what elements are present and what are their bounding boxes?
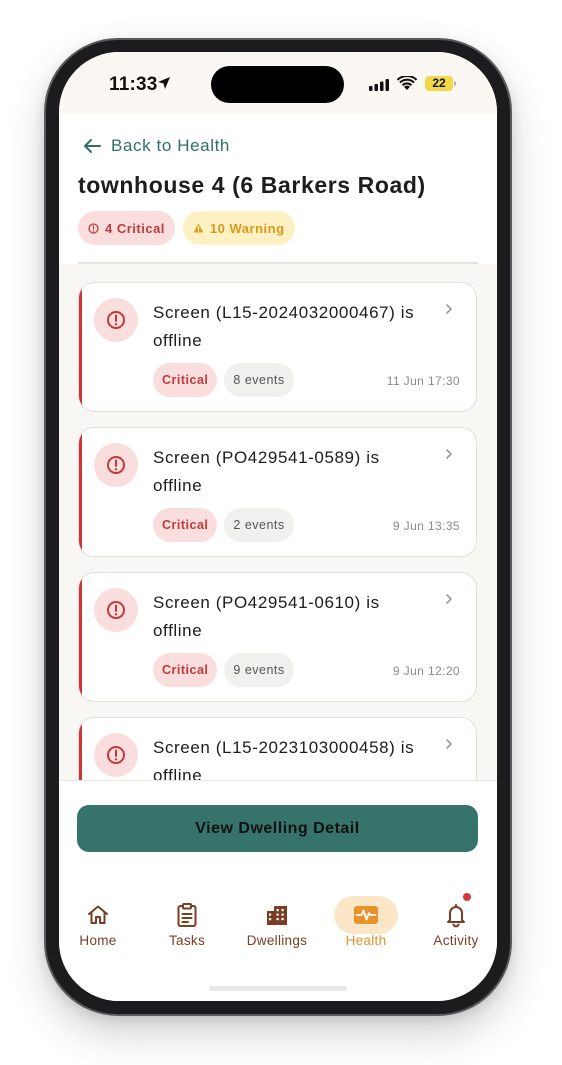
back-to-health-link[interactable]: Back to Health bbox=[83, 136, 230, 156]
alert-meta: Critical 2 events bbox=[153, 508, 294, 542]
alert-list[interactable]: Screen (L15-2024032000467) is offline Cr… bbox=[59, 264, 497, 780]
alert-title: Screen (PO429541-0589) is offline bbox=[153, 448, 380, 495]
cellular-signal-icon bbox=[369, 79, 389, 91]
location-arrow-icon bbox=[158, 77, 170, 89]
chevron-right-icon bbox=[446, 304, 452, 314]
status-bar: 11:33 22 bbox=[59, 52, 497, 114]
critical-count-chip[interactable]: 4 Critical bbox=[78, 211, 175, 245]
back-link-label: Back to Health bbox=[111, 136, 230, 155]
alert-card[interactable]: Screen (PO429541-0589) is offline Critic… bbox=[78, 427, 477, 557]
tab-icon-wrap bbox=[245, 896, 309, 934]
alert-timestamp: 9 Jun 12:20 bbox=[392, 664, 460, 678]
alert-icon-badge bbox=[94, 588, 138, 632]
alert-title: Screen (PO429541-0610) is offline bbox=[153, 593, 380, 640]
tab-activity[interactable]: Activity bbox=[412, 888, 497, 958]
tab-label: Activity bbox=[433, 933, 479, 948]
alert-icon-badge bbox=[94, 733, 138, 777]
event-count-badge: 2 events bbox=[224, 508, 294, 542]
view-dwelling-detail-button[interactable]: View Dwelling Detail bbox=[77, 805, 478, 852]
phone-screen: 11:33 22 Back to Health townhouse 4 (6 B… bbox=[59, 52, 497, 1001]
bell-icon bbox=[447, 904, 465, 928]
severity-badge: Critical bbox=[153, 363, 218, 397]
event-count-badge: 8 events bbox=[224, 363, 294, 397]
event-count-badge: 9 events bbox=[224, 653, 294, 687]
arrow-left-icon bbox=[84, 139, 101, 153]
severity-accent-bar bbox=[79, 283, 82, 411]
tab-health[interactable]: Health bbox=[322, 888, 410, 958]
alert-circle-icon bbox=[107, 601, 125, 619]
chevron-right-icon bbox=[446, 449, 452, 459]
bottom-tab-bar: Home Tasks Dwellings Health Activity bbox=[59, 888, 497, 958]
alert-card[interactable]: Screen (L15-2023103000458) is offline bbox=[78, 717, 477, 780]
tab-label: Dwellings bbox=[246, 933, 308, 948]
building-icon bbox=[267, 906, 287, 925]
summary-chips: 4 Critical 10 Warning bbox=[78, 211, 295, 245]
status-time: 11:33 bbox=[109, 74, 158, 95]
wifi-icon bbox=[397, 76, 417, 90]
heartbeat-icon bbox=[354, 906, 378, 924]
battery-tip bbox=[454, 81, 456, 86]
tab-label: Tasks bbox=[168, 933, 205, 948]
tab-tasks[interactable]: Tasks bbox=[143, 888, 231, 958]
warning-count-label: 10 Warning bbox=[209, 220, 285, 236]
tab-dwellings[interactable]: Dwellings bbox=[233, 888, 321, 958]
canvas: 11:33 22 Back to Health townhouse 4 (6 B… bbox=[0, 0, 562, 1065]
alert-meta: Critical 9 events bbox=[153, 653, 294, 687]
page-header: Back to Health townhouse 4 (6 Barkers Ro… bbox=[59, 114, 497, 264]
notification-dot bbox=[463, 893, 471, 901]
alert-title: Screen (L15-2023103000458) is offline bbox=[153, 738, 415, 780]
clipboard-icon bbox=[177, 903, 197, 927]
alert-circle-icon bbox=[88, 222, 99, 234]
dynamic-island bbox=[211, 66, 344, 103]
home-indicator bbox=[209, 986, 347, 991]
alert-timestamp: 11 Jun 17:30 bbox=[386, 374, 460, 388]
battery-level: 22 bbox=[432, 76, 446, 90]
severity-badge: Critical bbox=[153, 508, 218, 542]
tab-icon-wrap bbox=[155, 896, 219, 934]
tab-icon-wrap bbox=[66, 896, 130, 934]
alert-meta: Critical 8 events bbox=[153, 363, 294, 397]
alert-card[interactable]: Screen (PO429541-0610) is offline Critic… bbox=[78, 572, 477, 702]
tab-label: Home bbox=[79, 933, 117, 948]
alert-icon-badge bbox=[94, 443, 138, 487]
warning-triangle-icon bbox=[193, 223, 204, 233]
severity-badge: Critical bbox=[153, 653, 218, 687]
alert-timestamp: 9 Jun 13:35 bbox=[392, 519, 460, 533]
severity-accent-bar bbox=[79, 718, 82, 780]
alert-icon-badge bbox=[94, 298, 138, 342]
alert-circle-icon bbox=[107, 746, 125, 764]
tab-label: Health bbox=[345, 933, 387, 948]
chevron-right-icon bbox=[446, 739, 452, 749]
tab-icon-wrap bbox=[424, 896, 488, 934]
tab-icon-wrap bbox=[334, 896, 398, 934]
alert-card[interactable]: Screen (L15-2024032000467) is offline Cr… bbox=[78, 282, 477, 412]
battery-indicator: 22 bbox=[425, 76, 456, 91]
alert-circle-icon bbox=[107, 456, 125, 474]
severity-accent-bar bbox=[79, 428, 82, 556]
home-icon bbox=[88, 905, 108, 924]
critical-count-label: 4 Critical bbox=[105, 220, 165, 236]
warning-count-chip[interactable]: 10 Warning bbox=[182, 211, 295, 245]
page-title: townhouse 4 (6 Barkers Road) bbox=[78, 172, 426, 198]
severity-accent-bar bbox=[79, 573, 82, 701]
alert-title: Screen (L15-2024032000467) is offline bbox=[153, 303, 415, 350]
tab-home[interactable]: Home bbox=[59, 888, 142, 958]
chevron-right-icon bbox=[446, 594, 452, 604]
alert-circle-icon bbox=[107, 311, 125, 329]
